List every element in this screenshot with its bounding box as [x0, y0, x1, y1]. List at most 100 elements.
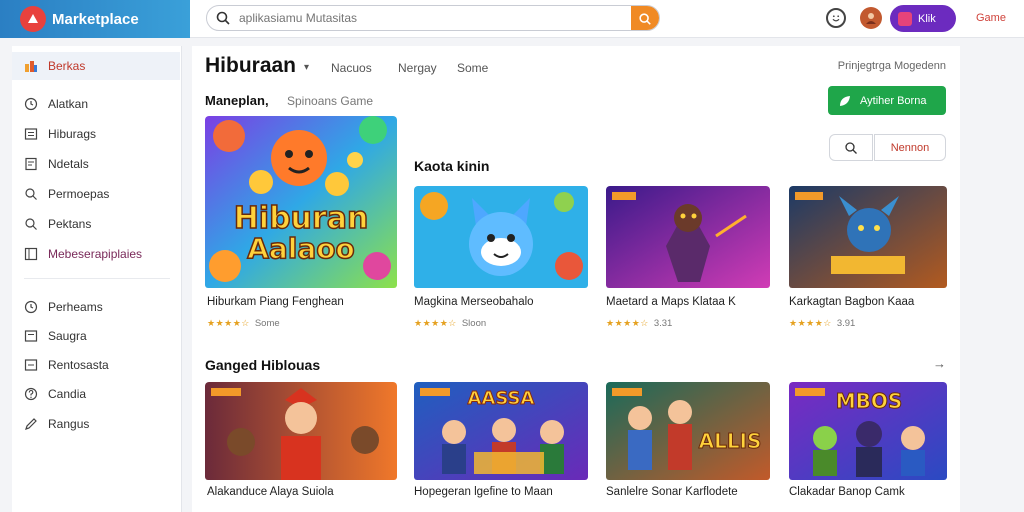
game-card[interactable]: Alakanduce Alaya Suiola [205, 382, 397, 512]
game-card-name[interactable]: Alakanduce Alaya Suiola [207, 486, 334, 498]
sidebar-item-ndetals[interactable]: Ndetals [12, 150, 180, 178]
game-card[interactable]: ALLIS Sanlelre Sonar Karflodete [606, 382, 770, 512]
star-rating-icon: ★★★★☆ [606, 318, 649, 328]
sidebar-item-candia[interactable]: Candia [12, 380, 180, 408]
chevron-down-icon[interactable]: ▾ [304, 62, 309, 73]
document-icon [25, 157, 37, 171]
list-icon [24, 330, 38, 342]
section-subtitle-secondary[interactable]: Spinoans Game [287, 94, 373, 108]
sidebar-item-label: Alatkan [48, 97, 89, 111]
sidebar-item-saugra[interactable]: Saugra [12, 322, 180, 350]
search-icon [25, 188, 37, 200]
klik-button[interactable]: Klik [890, 5, 956, 32]
game-card-name[interactable]: Sanlelre Sonar Karflodete [606, 486, 738, 498]
sidebar-divider [24, 278, 170, 279]
game-card[interactable]: AASSA Hopegeran lgefine to Maan [414, 382, 588, 512]
game-card-art-title: ALLIS [699, 429, 762, 453]
user-avatar[interactable] [860, 7, 882, 29]
game-card-image: ALLIS [606, 382, 770, 480]
main-panel: Hiburaan ▾ Nacuos Nergay Some Prinjegtrg… [192, 46, 960, 512]
game-card-name[interactable]: Hopegeran lgefine to Maan [414, 486, 553, 498]
tab-some[interactable]: Some [457, 61, 488, 75]
featured-game-image: Hiburan Aalaoo [205, 116, 397, 288]
game-card[interactable]: Karkagtan Bagbon Kaaa ★★★★☆ 3.91 [789, 186, 947, 336]
sidebar-item-perheams[interactable]: Perheams [12, 293, 180, 321]
section-subtitle: Maneplan, [205, 93, 269, 108]
sidebar-item-rentosasta[interactable]: Rentosasta [12, 351, 180, 379]
game-card-rating: ★★★★☆ 3.31 [606, 318, 672, 329]
tab-nergay[interactable]: Nergay [398, 61, 437, 75]
brand[interactable]: Marketplace [0, 0, 190, 38]
sidebar-item-label: Candia [48, 387, 87, 401]
featured-game-card[interactable]: Hiburan Aalaoo Hiburkam Piang Fenghean ★… [205, 116, 397, 338]
game-card-image [606, 186, 770, 288]
sidebar-item-permoepas[interactable]: Permoepas [12, 180, 180, 208]
section-title-1: Kaota kinin [414, 158, 490, 174]
sidebar-item-label: Ndetals [48, 157, 89, 171]
star-rating-icon: ★★★★☆ [207, 318, 250, 328]
game-card[interactable]: MBOS Clakadar Banop Camk [789, 382, 947, 512]
game-card-name[interactable]: Maetard a Maps Klataa K [606, 296, 736, 308]
sidebar-item-label: Rangus [48, 417, 90, 431]
list-icon [24, 359, 38, 371]
game-card-image: MBOS [789, 382, 947, 480]
leaf-icon [840, 95, 850, 106]
sidebar-item-mebeserapiplaies[interactable]: Mebeserapiplaies [12, 240, 180, 268]
featured-game-rating: ★★★★☆ Some [207, 318, 280, 329]
rating-text: 3.31 [653, 318, 673, 329]
page-title: Hiburaan [205, 54, 297, 77]
game-card-art-title: AASSA [468, 388, 535, 409]
search-button[interactable] [631, 6, 659, 30]
search-bar[interactable] [206, 5, 660, 31]
sidebar-item-label: Perheams [48, 300, 103, 314]
sidebar-item-label: Pektans [48, 217, 92, 231]
emoji-icon[interactable] [826, 8, 846, 28]
game-card-art-title: MBOS [836, 389, 903, 413]
featured-art-subtitle: Aalaoo [247, 232, 355, 265]
list-icon [24, 128, 38, 140]
sidebar-item-berkas[interactable]: Berkas [12, 52, 180, 80]
grid-icon [24, 247, 38, 261]
sidebar-item-label: Permoepas [48, 187, 110, 201]
primary-action-label: Aytiher Borna [860, 94, 927, 107]
sidebar-item-label: Rentosasta [48, 358, 109, 372]
rating-text: 3.91 [836, 318, 856, 329]
featured-art-title: Hiburan [234, 201, 369, 236]
game-card-rating: ★★★★☆ 3.91 [789, 318, 855, 329]
tab-nacuos[interactable]: Nacuos [331, 61, 372, 75]
featured-game-name[interactable]: Hiburkam Piang Fenghean [207, 296, 344, 308]
question-icon [24, 387, 38, 401]
secondary-action-button[interactable]: Nennon [874, 134, 946, 161]
search-input[interactable] [239, 11, 619, 25]
sidebar-item-hiburags[interactable]: Hiburags [12, 120, 180, 148]
sidebar-item-label: Berkas [48, 59, 86, 73]
sidebar-item-pektans[interactable]: Pektans [12, 210, 180, 238]
search-button-icon [639, 13, 651, 25]
clock-icon [24, 300, 38, 314]
primary-action-button[interactable]: Aytiher Borna [828, 86, 946, 115]
game-card-image: AASSA [414, 382, 588, 480]
game-card-rating: ★★★★☆ Sloon [414, 318, 486, 329]
game-card[interactable]: Magkina Merseobahalo ★★★★☆ Sloon [414, 186, 588, 336]
arrow-right-icon[interactable]: → [933, 356, 946, 371]
sidebar-item-alatkan[interactable]: Alatkan [12, 90, 180, 118]
section-title-2: Ganged Hiblouas [205, 357, 321, 373]
sidebar-item-label: Mebeserapiplaies [48, 247, 143, 261]
game-card-name[interactable]: Karkagtan Bagbon Kaaa [789, 296, 914, 308]
game-card-name[interactable]: Magkina Merseobahalo [414, 296, 534, 308]
home-icon [25, 61, 37, 72]
rating-text: Some [254, 318, 280, 329]
sidebar-item-rangus[interactable]: Rangus [12, 410, 180, 438]
game-card-name[interactable]: Clakadar Banop Camk [789, 486, 905, 498]
star-rating-icon: ★★★★☆ [789, 318, 832, 328]
marketplace-logo-icon [20, 6, 46, 32]
rating-text: Sloon [461, 318, 487, 329]
search-icon [216, 11, 230, 25]
pencil-icon [25, 418, 37, 430]
game-card-image [789, 186, 947, 288]
filter-search-button[interactable] [829, 134, 873, 161]
top-bar: Marketplace Klik Game [0, 0, 1024, 38]
game-card[interactable]: Maetard a Maps Klataa K ★★★★☆ 3.31 [606, 186, 770, 336]
game-link[interactable]: Game [976, 12, 1006, 24]
search-icon [845, 141, 857, 154]
